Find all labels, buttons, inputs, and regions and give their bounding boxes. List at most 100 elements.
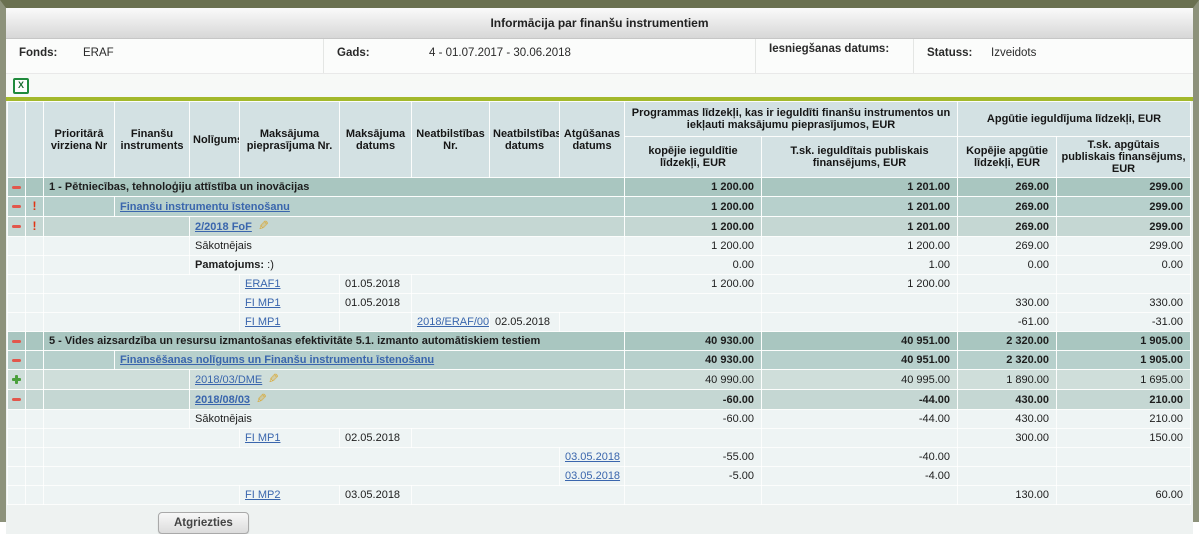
amount-cell: 2 320.00 [958, 351, 1057, 370]
row-link[interactable]: 2018/08/03 [195, 394, 250, 406]
financial-instruments-table: Prioritārā virziena NrFinanšu instrument… [7, 101, 1191, 505]
amount-cell: 40 951.00 [762, 351, 958, 370]
row-link[interactable]: FI MP1 [245, 316, 280, 328]
row-link[interactable]: 03.05.2018 [565, 451, 620, 463]
warning-cell [26, 448, 44, 467]
label-cell [412, 486, 625, 505]
table-row: !2/2018 FoF✎1 200.001 201.00269.00299.00 [8, 217, 1191, 237]
amount-cell: -44.00 [762, 390, 958, 410]
table-row: FI MP102.05.2018300.00150.00 [8, 429, 1191, 448]
label-cell: 02.05.2018 [490, 313, 560, 332]
app-window: Informācija par finanšu instrumentiem Fo… [0, 0, 1199, 522]
label-cell: 5 - Vides aizsardzība un resursu izmanto… [44, 332, 625, 351]
amount-cell [625, 294, 762, 313]
amount-cell [762, 313, 958, 332]
submission-date-field-label: Iesniegšanas datums: [769, 43, 889, 56]
amount-cell: 430.00 [958, 410, 1057, 429]
row-link[interactable]: Finanšu instrumentu īstenošanu [120, 201, 290, 213]
amount-cell: 299.00 [1057, 178, 1191, 197]
label-cell: Sākotnējais [190, 237, 625, 256]
collapse-row-icon[interactable] [12, 340, 21, 343]
edit-pencil-icon[interactable]: ✎ [258, 217, 269, 235]
row-text: 01.05.2018 [345, 297, 400, 309]
label-cell [44, 197, 115, 217]
table-row: Pamatojums: :)0.001.000.000.00 [8, 256, 1191, 275]
amount-cell: 1 905.00 [1057, 351, 1191, 370]
column-header: Neatbilstības datums [490, 102, 560, 178]
expand-cell [8, 256, 26, 275]
label-cell [44, 275, 240, 294]
label-cell [44, 256, 190, 275]
label-cell [560, 313, 625, 332]
amount-cell: 1 200.00 [762, 237, 958, 256]
expand-cell [8, 313, 26, 332]
amount-cell [762, 486, 958, 505]
edit-pencil-icon[interactable]: ✎ [256, 390, 267, 408]
amount-cell: 40 995.00 [762, 370, 958, 390]
amount-cell: 2 320.00 [958, 332, 1057, 351]
warning-cell: ! [26, 217, 44, 237]
expand-cell [8, 410, 26, 429]
table-row: !Finanšu instrumentu īstenošanu1 200.001… [8, 197, 1191, 217]
column-header: Nolīgums [190, 102, 240, 178]
amount-cell: 1 905.00 [1057, 332, 1191, 351]
collapse-row-icon[interactable] [12, 398, 21, 401]
row-link[interactable]: 2018/ERAF/0011 [417, 316, 490, 328]
amount-cell [958, 467, 1057, 486]
collapse-row-icon[interactable] [12, 359, 21, 362]
expand-column-header [8, 102, 26, 178]
amount-cell: 210.00 [1057, 390, 1191, 410]
row-link[interactable]: 2018/03/DME [195, 374, 262, 386]
label-cell: 2/2018 FoF ✎ [190, 217, 625, 237]
status-field: Statuss:Izveidots [914, 39, 1193, 73]
label-cell [412, 275, 625, 294]
toolbar: X [6, 74, 1193, 97]
row-link[interactable]: FI MP1 [245, 432, 280, 444]
label-cell [340, 313, 412, 332]
amount-cell: 1 890.00 [958, 370, 1057, 390]
amount-cell: 269.00 [958, 237, 1057, 256]
amount-cell: 0.00 [958, 256, 1057, 275]
expand-row-icon[interactable] [12, 375, 21, 384]
amount-cell: -61.00 [958, 313, 1057, 332]
expand-cell [8, 351, 26, 370]
table-row: FI MP203.05.2018130.0060.00 [8, 486, 1191, 505]
amount-cell: 1 200.00 [625, 178, 762, 197]
amount-cell: 1 200.00 [625, 217, 762, 237]
row-link[interactable]: ERAF1 [245, 278, 280, 290]
table-row: 03.05.2018-5.00-4.00 [8, 467, 1191, 486]
row-link[interactable]: 03.05.2018 [565, 470, 620, 482]
amount-cell [1057, 275, 1191, 294]
collapse-row-icon[interactable] [12, 205, 21, 208]
fund-field-label: Fonds: [19, 47, 83, 60]
edit-pencil-icon[interactable]: ✎ [268, 370, 279, 388]
expand-cell [8, 294, 26, 313]
amount-cell: -4.00 [762, 467, 958, 486]
row-link[interactable]: FI MP1 [245, 297, 280, 309]
table-row: 1 - Pētniecības, tehnoloģiju attīstība u… [8, 178, 1191, 197]
column-subheader: T.sk. ieguldītais publiskais finansējums… [762, 137, 958, 178]
collapse-row-icon[interactable] [12, 225, 21, 228]
amount-cell [762, 294, 958, 313]
collapse-row-icon[interactable] [12, 186, 21, 189]
label-cell: FI MP1 [240, 313, 340, 332]
expand-cell [8, 390, 26, 410]
excel-export-icon[interactable]: X [13, 78, 29, 94]
column-group-header: Apgūtie ieguldījuma līdzekļi, EUR [958, 102, 1191, 137]
warning-cell [26, 467, 44, 486]
row-link[interactable]: FI MP2 [245, 489, 280, 501]
back-button[interactable]: Atgriezties [158, 512, 249, 534]
row-text: Pamatojums: [195, 259, 264, 271]
label-cell: 2018/08/03 ✎ [190, 390, 625, 410]
warning-cell [26, 390, 44, 410]
amount-cell [958, 275, 1057, 294]
row-link[interactable]: Finansēšanas nolīgums un Finanšu instrum… [120, 354, 434, 366]
row-link[interactable]: 2/2018 FoF [195, 221, 252, 233]
expand-cell [8, 217, 26, 237]
amount-cell: 0.00 [625, 256, 762, 275]
year-field-label: Gads: [337, 47, 429, 60]
amount-cell: 1 201.00 [762, 197, 958, 217]
amount-cell: 40 951.00 [762, 332, 958, 351]
label-cell [44, 294, 240, 313]
label-cell [44, 486, 240, 505]
